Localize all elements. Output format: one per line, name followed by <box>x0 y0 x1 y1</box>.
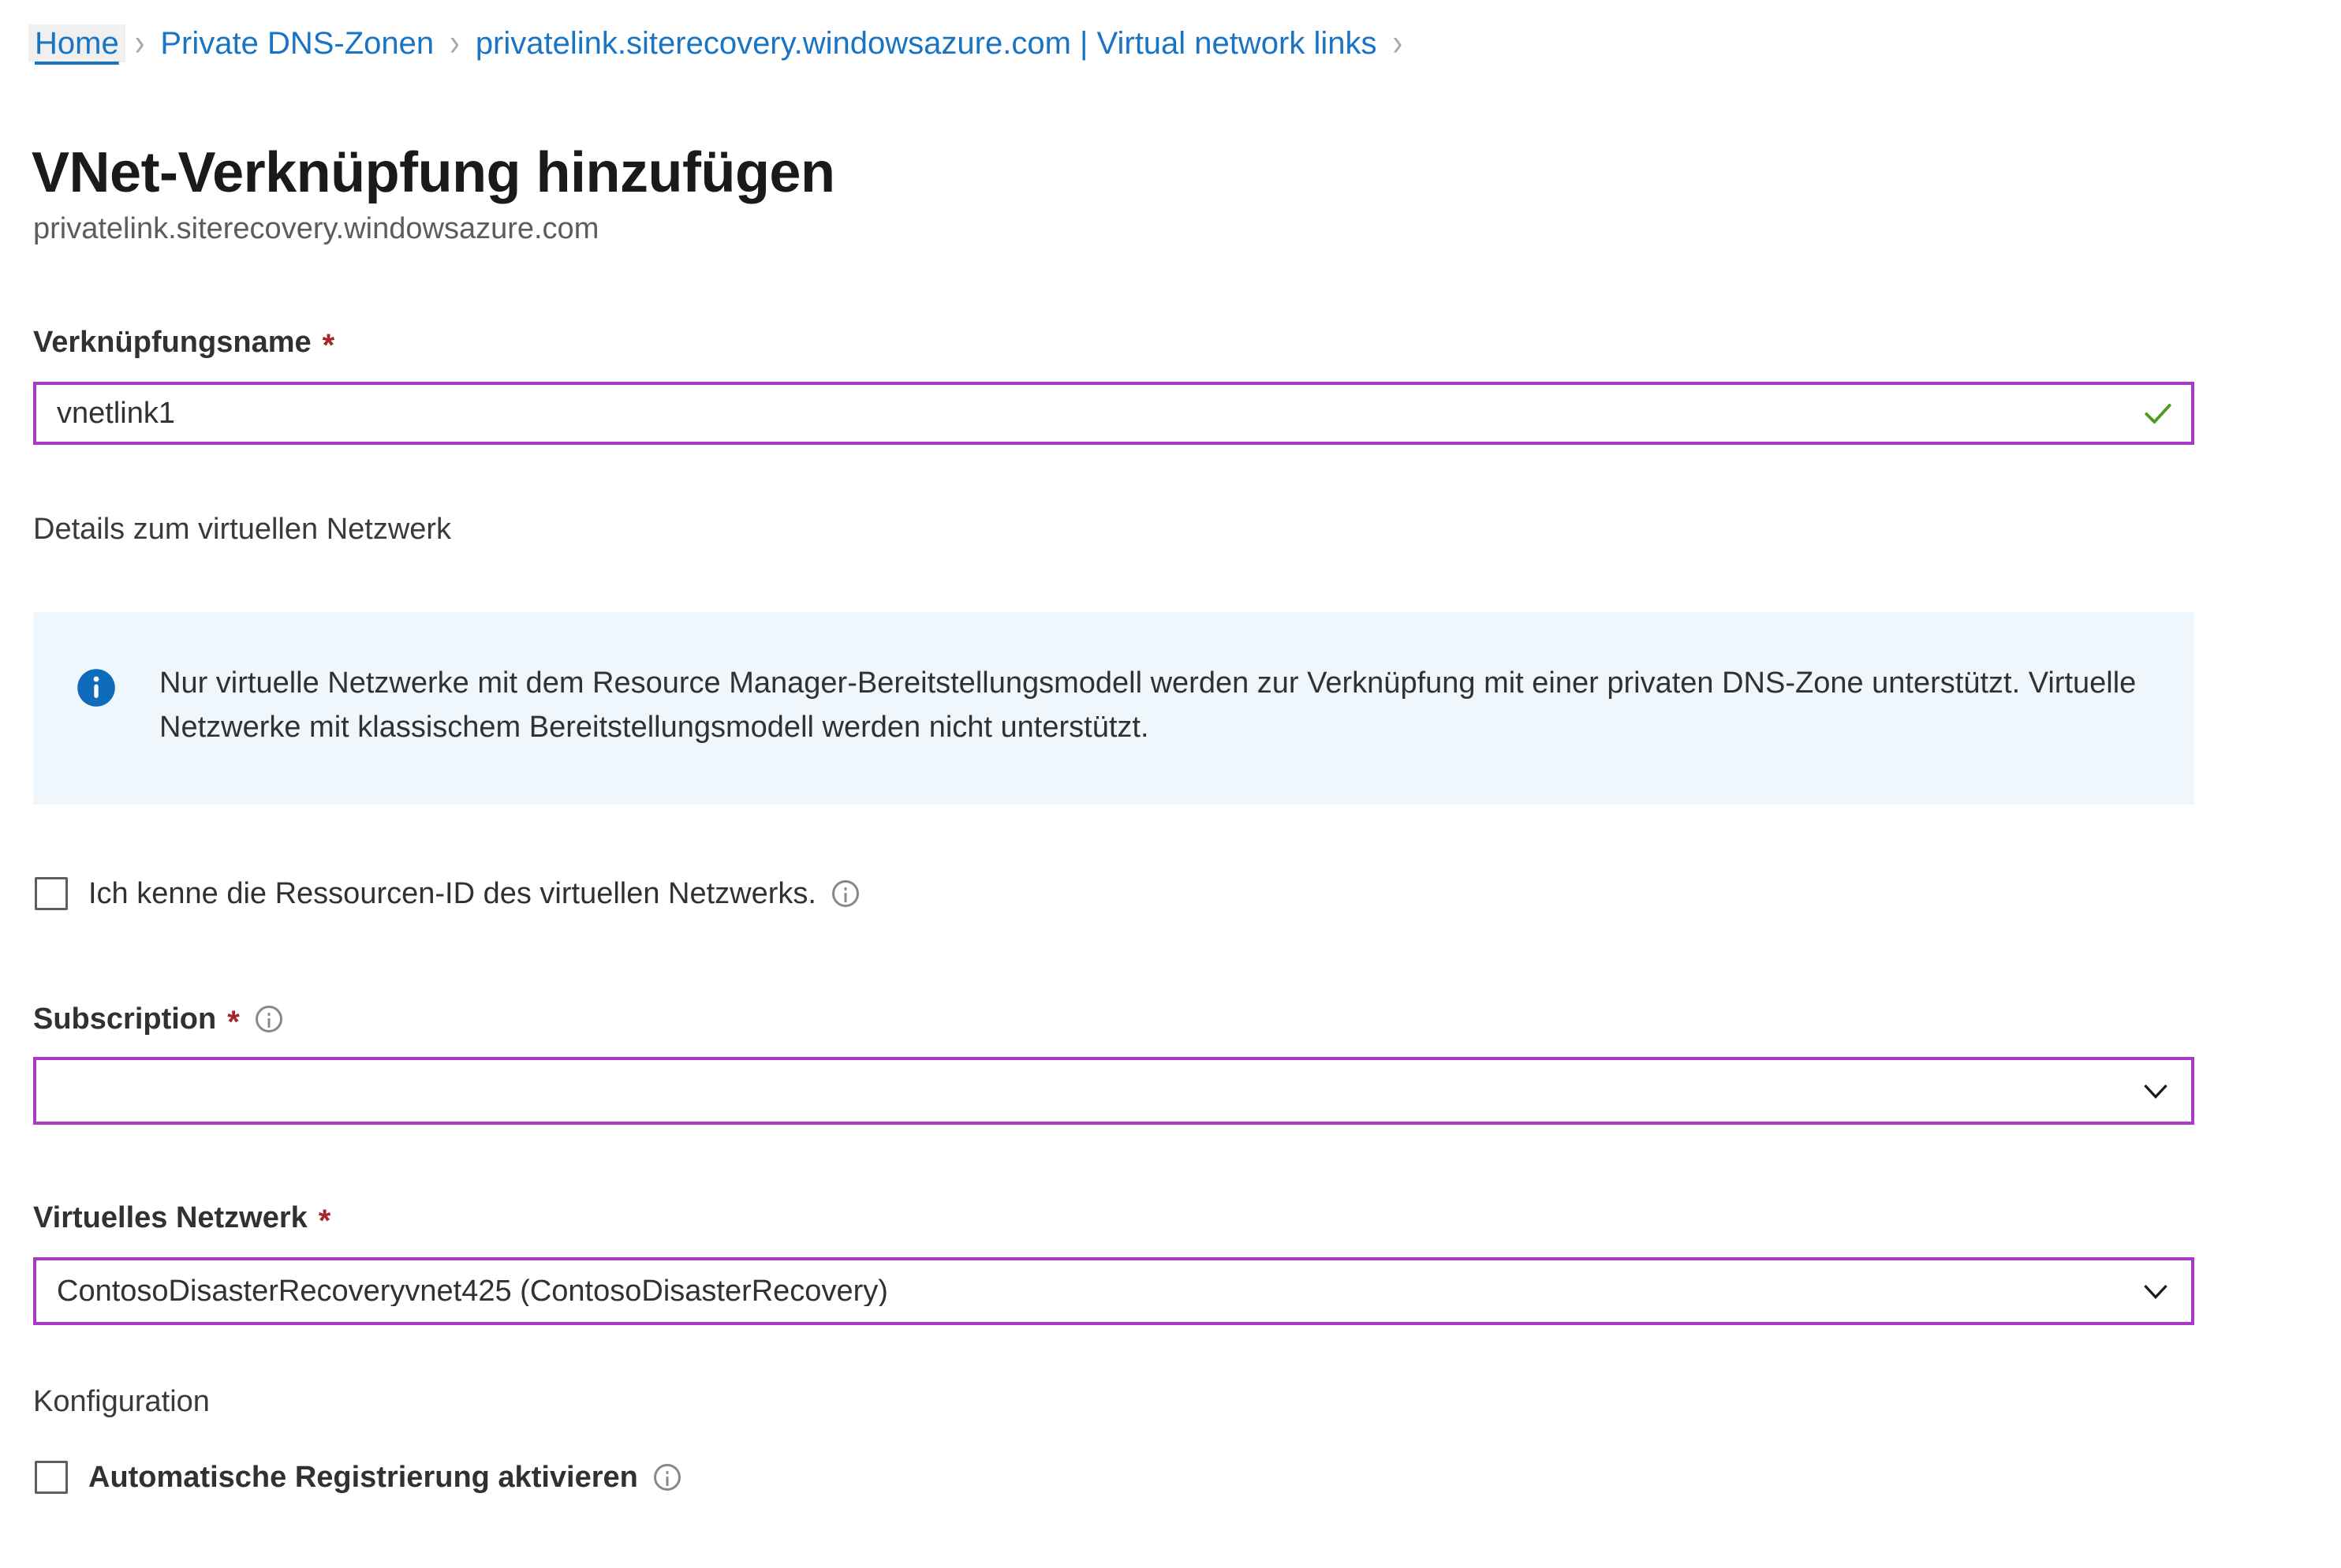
page-title: VNet-Verknüpfung hinzufügen <box>32 141 835 205</box>
vnet-details-heading: Details zum virtuellen Netzwerk <box>33 513 452 546</box>
info-outline-icon[interactable] <box>653 1464 681 1491</box>
subscription-label-text: Subscription <box>33 1002 217 1036</box>
virtual-network-dropdown[interactable]: ContosoDisasterRecoveryvnet425 (ContosoD… <box>33 1257 2194 1325</box>
link-name-input-value[interactable]: vnetlink1 <box>36 398 2133 428</box>
chevron-down-icon <box>2120 1273 2191 1309</box>
page-subtitle: privatelink.siterecovery.windowsazure.co… <box>33 212 599 245</box>
breadcrumb-separator-icon: › <box>1392 22 1403 65</box>
required-marker: * <box>322 328 335 363</box>
resource-id-checkbox[interactable] <box>35 877 68 910</box>
info-outline-icon[interactable] <box>255 1006 282 1032</box>
info-banner: Nur virtuelle Netzwerke mit dem Resource… <box>33 612 2194 805</box>
chevron-down-icon <box>2120 1073 2191 1109</box>
add-vnet-link-blade: Home › Private DNS-Zonen › privatelink.s… <box>0 0 2341 1568</box>
subscription-label: Subscription * <box>33 1002 282 1040</box>
info-outline-icon[interactable] <box>831 880 859 907</box>
breadcrumb-item-private-dns-zones[interactable]: Private DNS-Zonen <box>154 24 440 62</box>
link-name-label: Verknüpfungsname * <box>33 326 335 363</box>
resource-id-checkbox-row[interactable]: Ich kenne die Ressourcen-ID des virtuell… <box>35 877 859 910</box>
auto-registration-checkbox-label: Automatische Registrierung aktivieren <box>88 1461 638 1494</box>
info-banner-message: Nur virtuelle Netzwerke mit dem Resource… <box>159 666 2137 745</box>
breadcrumb-item-home[interactable]: Home <box>28 24 125 62</box>
breadcrumb: Home › Private DNS-Zonen › privatelink.s… <box>28 21 1412 66</box>
breadcrumb-separator-icon: › <box>134 22 145 65</box>
required-marker: * <box>227 1005 240 1040</box>
breadcrumb-item-zone-virtual-network-links[interactable]: privatelink.siterecovery.windowsazure.co… <box>469 24 1383 62</box>
virtual-network-dropdown-value: ContosoDisasterRecoveryvnet425 (ContosoD… <box>57 1276 888 1306</box>
auto-registration-checkbox[interactable] <box>35 1461 68 1494</box>
virtual-network-label-text: Virtuelles Netzwerk <box>33 1201 308 1234</box>
info-filled-icon <box>33 661 159 710</box>
link-name-input[interactable]: vnetlink1 <box>33 382 2194 445</box>
subscription-dropdown[interactable] <box>33 1057 2194 1125</box>
breadcrumb-separator-icon: › <box>450 22 460 65</box>
virtual-network-label: Virtuelles Netzwerk * <box>33 1201 331 1238</box>
configuration-heading: Konfiguration <box>33 1385 210 1418</box>
resource-id-checkbox-label: Ich kenne die Ressourcen-ID des virtuell… <box>88 877 816 910</box>
auto-registration-checkbox-row[interactable]: Automatische Registrierung aktivieren <box>35 1461 681 1494</box>
check-icon <box>2133 396 2183 431</box>
required-marker: * <box>318 1204 331 1238</box>
link-name-label-text: Verknüpfungsname <box>33 326 312 359</box>
